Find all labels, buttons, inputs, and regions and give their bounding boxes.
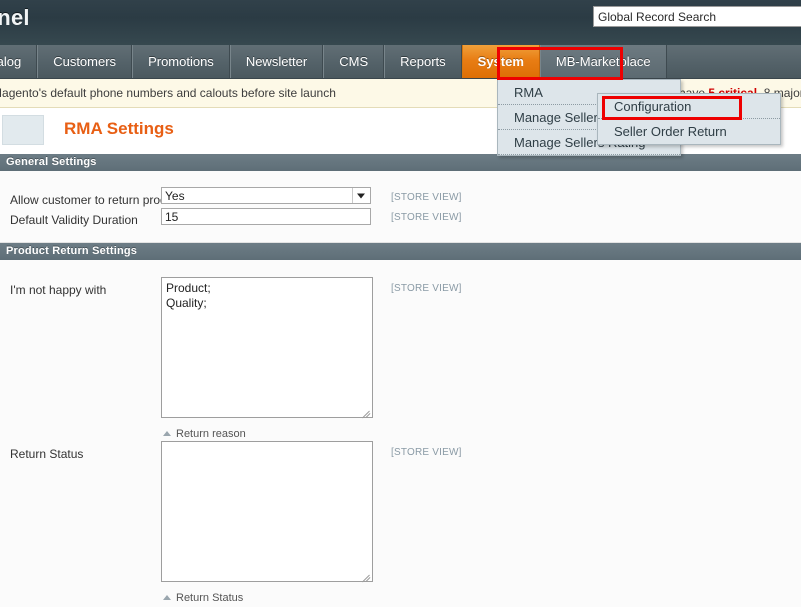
field-label: Allow customer to return product [10, 193, 183, 207]
page-header: Panel [0, 0, 801, 45]
field-hint-label: Return reason [176, 428, 246, 440]
field-hint-return-status: Return Status [163, 592, 243, 604]
field-label: I'm not happy with [10, 283, 107, 297]
allow-customer-to-return-product-select[interactable]: Yes [161, 187, 371, 204]
field-hint-return-reason: Return reason [163, 428, 246, 440]
caret-up-icon [163, 595, 171, 600]
scope-label: [STORE VIEW] [391, 212, 462, 223]
return-reason-textarea[interactable]: Product; Quality; [161, 277, 373, 418]
scope-label: [STORE VIEW] [391, 192, 462, 203]
nav-item-newsletter[interactable]: Newsletter [229, 45, 324, 78]
nav-item-label: talog [0, 54, 22, 69]
page-head-chip [2, 115, 44, 145]
field-label: Default Validity Duration [10, 213, 138, 227]
nav-item-mb-marketplace[interactable]: MB-Marketplace [539, 45, 667, 78]
page-title: RMA Settings [64, 119, 174, 138]
content-area: RMA Settings General Settings Allow cust… [0, 108, 801, 607]
default-validity-duration-input[interactable] [161, 208, 371, 225]
global-record-search-input[interactable] [593, 6, 801, 27]
section-header-product-return-settings: Product Return Settings [0, 243, 801, 260]
fieldset-product-return-settings: I'm not happy with Product; Quality; Ret… [0, 260, 801, 607]
header-title: Panel [0, 5, 30, 30]
nav-item-label: Newsletter [245, 54, 308, 69]
nav-item-catalog[interactable]: talog [0, 45, 38, 78]
nav-item-reports[interactable]: Reports [384, 45, 462, 78]
menu-item-label: Seller Order Return [614, 124, 727, 139]
menu-item-label: RMA [514, 85, 543, 100]
nav-item-label: MB-Marketplace [555, 54, 651, 69]
return-status-textarea[interactable] [161, 441, 373, 582]
menu-item-label: Configuration [614, 99, 692, 114]
nav-item-label: Reports [400, 54, 446, 69]
field-label: Return Status [10, 447, 84, 461]
caret-up-icon [163, 431, 171, 436]
section-header-general-settings: General Settings [0, 154, 801, 171]
nav-item-label: CMS [339, 54, 369, 69]
nav-item-label: Promotions [148, 54, 214, 69]
nav-item-promotions[interactable]: Promotions [132, 45, 230, 78]
menu-item-label: Manage Sellers [514, 110, 605, 125]
field-hint-label: Return Status [176, 592, 244, 604]
nav-item-customers[interactable]: Customers [37, 45, 133, 78]
nav-item-label: System [477, 54, 524, 69]
notification-message: ange Magento's default phone numbers and… [0, 86, 336, 100]
submenu-rma: Configuration Seller Order Return [597, 93, 781, 145]
allow-return-select-wrap: Yes [161, 187, 371, 204]
nav-item-label: Customers [53, 54, 117, 69]
nav-item-cms[interactable]: CMS [323, 45, 385, 78]
nav-item-system[interactable]: System [461, 45, 540, 78]
scope-label: [STORE VIEW] [391, 283, 462, 294]
scope-label: [STORE VIEW] [391, 447, 462, 458]
admin-page: Panel talog Customers Promotions Newslet… [0, 0, 801, 607]
menu-item-configuration[interactable]: Configuration [598, 94, 780, 119]
fieldset-general-settings: Allow customer to return product Yes [ST… [0, 171, 801, 243]
main-navigation: talog Customers Promotions Newsletter CM… [0, 45, 801, 79]
menu-item-seller-order-return[interactable]: Seller Order Return [598, 119, 780, 144]
